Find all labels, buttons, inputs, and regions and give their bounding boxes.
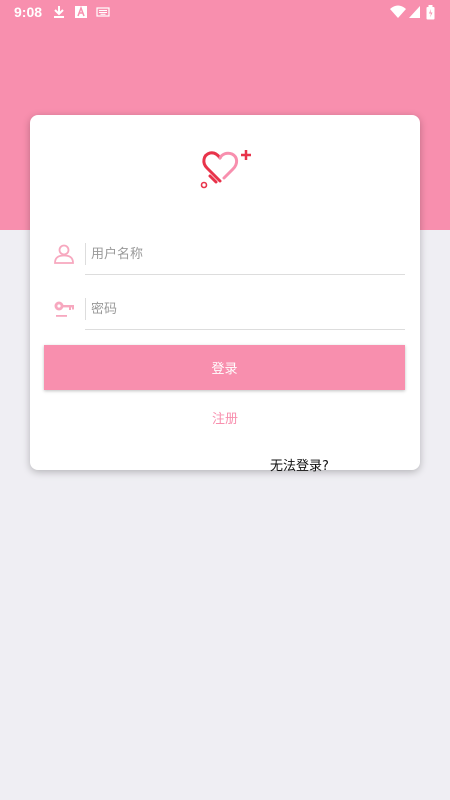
keyboard-icon bbox=[96, 7, 110, 17]
battery-icon bbox=[426, 5, 435, 20]
username-field bbox=[45, 233, 405, 275]
download-icon bbox=[54, 6, 64, 18]
signal-icon bbox=[409, 6, 420, 18]
username-input[interactable] bbox=[91, 239, 391, 269]
password-underline bbox=[85, 329, 405, 330]
password-input[interactable] bbox=[91, 294, 391, 324]
wifi-icon bbox=[390, 5, 406, 18]
forgot-login-link[interactable]: 无法登录? bbox=[270, 455, 329, 474]
login-card: 登录 注册 无法登录? bbox=[30, 115, 420, 474]
user-icon bbox=[54, 244, 74, 264]
register-link[interactable]: 注册 bbox=[30, 408, 420, 427]
password-field bbox=[45, 288, 405, 330]
username-underline bbox=[85, 274, 405, 275]
status-time: 9:08 bbox=[14, 4, 43, 20]
login-button[interactable]: 登录 bbox=[44, 345, 405, 390]
password-separator bbox=[85, 298, 86, 320]
status-bar: 9:08 bbox=[0, 0, 450, 24]
a-icon bbox=[75, 5, 87, 18]
key-icon bbox=[54, 301, 74, 317]
username-separator bbox=[85, 243, 86, 265]
heart-logo-icon bbox=[200, 150, 251, 189]
